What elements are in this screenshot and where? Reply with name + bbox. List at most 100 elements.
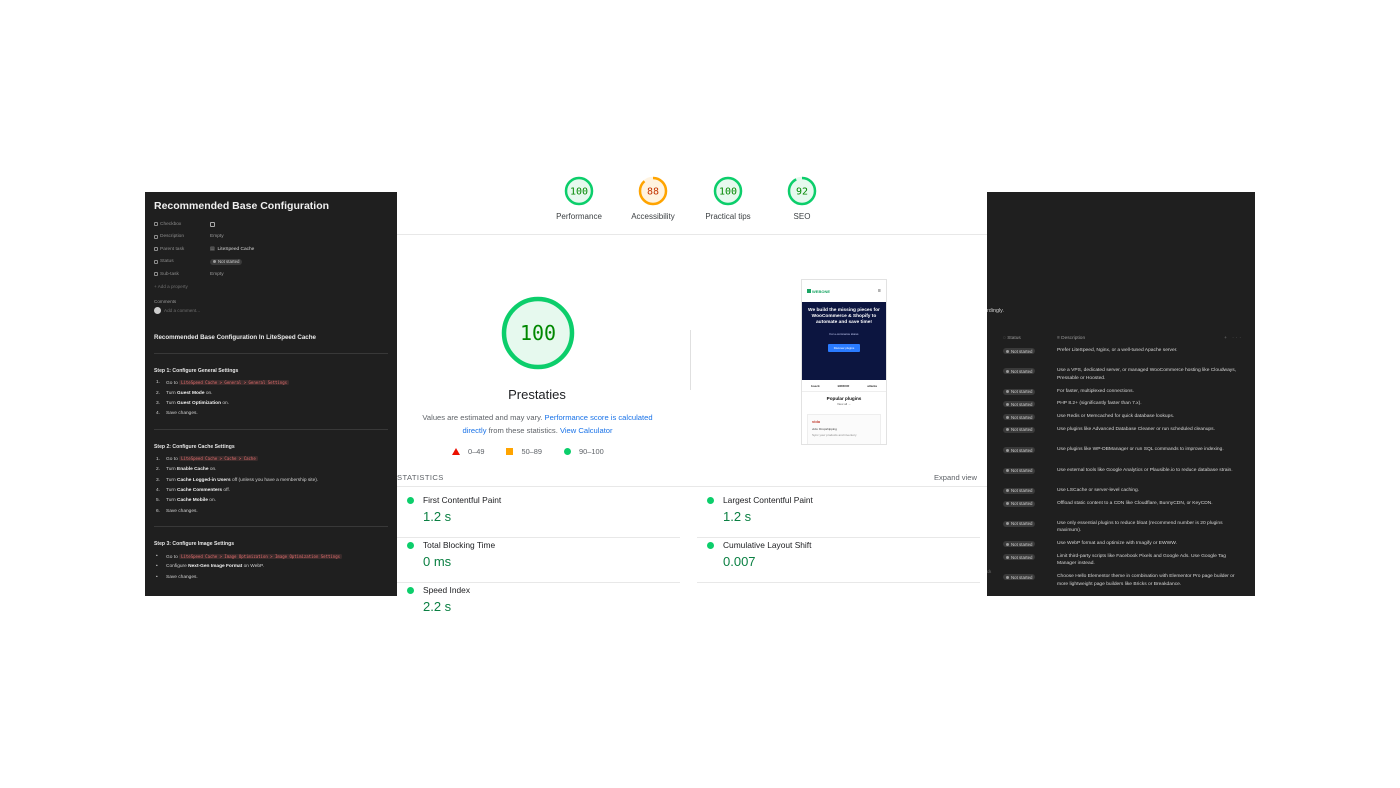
page-screenshot-thumbnail[interactable]: WEBONE ☰ We build the missing pieces for… [801,279,887,445]
list-item-text: Save changes. [166,411,198,416]
property-row[interactable]: Checkbox [154,218,388,231]
status-badge[interactable]: Not started [1003,368,1036,375]
status-column-header[interactable]: ◌ Status [1003,336,1057,341]
gauge-accessibility[interactable]: 88 Accessibility [613,175,693,221]
table-row[interactable]: Not started Limit third-party scripts lik… [1003,553,1247,573]
comment-input[interactable]: Add a comment... [154,306,388,314]
status-badge[interactable]: Not started [1003,348,1036,354]
description-cell[interactable]: Use a VPS, dedicated server, or managed … [1057,367,1237,382]
description-cell[interactable]: Limit third-party scripts like Facebook … [1057,553,1237,568]
status-cell[interactable]: Not started [1003,446,1057,454]
list-item-text: Turn Cache Mobile on. [166,498,216,503]
property-row[interactable]: Sub-task Empty [154,268,388,281]
status-cell[interactable]: Not started [1003,573,1057,581]
relation-value[interactable]: LiteSpeed Cache [218,247,255,252]
step-heading: Step 1: Configure General Settings [154,367,239,374]
gauge-ring: 88 [638,176,668,206]
status-cell[interactable]: Not started [1003,487,1057,495]
preview-logo: WEBONE [807,289,830,294]
table-row[interactable]: Not started Use Redis or Memcached for qu… [1003,413,1247,426]
description-cell[interactable]: Use external tools like Google Analytics… [1057,467,1237,474]
status-cell[interactable]: Not started [1003,388,1057,396]
table-row[interactable]: Not started Use LSCache or server-level c… [1003,487,1247,500]
status-badge[interactable]: Not started [210,258,243,265]
table-row[interactable]: Not started Prefer LiteSpeed, Nginx, or a… [1003,347,1247,367]
description-cell[interactable]: Use WebP format and optimize with Imagif… [1057,540,1237,547]
gauge-performance[interactable]: 100 Performance [539,175,619,221]
description-cell[interactable]: Use plugins like WP-DBManager or run SQL… [1057,446,1237,453]
property-value[interactable]: Empty [210,272,224,277]
status-badge[interactable]: Not started [1003,574,1036,581]
status-cell[interactable]: Not started [1003,347,1057,355]
status-badge[interactable]: Not started [1003,388,1036,395]
pass-circle-icon [707,496,714,504]
header-label: Status [1007,336,1021,341]
status-cell[interactable]: Not started [1003,426,1057,434]
score-gauges: 100 Performance 88 Accessibility 100 Practica… [397,165,987,235]
status-dot-icon [1006,489,1009,493]
description-cell[interactable]: Use LSCache or server-level caching. [1057,487,1237,494]
page-heading: Recommended Base Configuration In LiteSp… [154,333,316,341]
table-row[interactable]: Not started Use external tools like Googl… [1003,467,1247,487]
cut-off-text: rdingly. [987,308,1004,314]
status-badge[interactable]: Not started [1003,414,1036,421]
status-badge[interactable]: Not started [1003,520,1036,527]
table-row[interactable]: Not started Use WebP format and optimize … [1003,540,1247,553]
status-badge[interactable]: Not started [1003,401,1036,408]
list-marker: • [156,554,158,560]
metric-cumulative-layout-shift: Cumulative Layout Shift 0.007 [697,540,980,583]
property-row[interactable]: Description Empty [154,231,388,244]
table-row[interactable]: Not started Use plugins like WP-DBManager… [1003,446,1247,466]
circle-icon [564,448,572,455]
status-cell[interactable]: Not started [1003,367,1057,375]
view-calculator-link[interactable]: View Calculator [560,426,613,435]
table-row[interactable]: Not started For faster, multiplexed conne… [1003,388,1247,401]
description-column-header[interactable]: ≡ Description [1057,336,1085,341]
status-badge[interactable]: Not started [1003,554,1036,561]
status-text: Not started [1011,554,1033,560]
status-cell[interactable]: Not started [1003,520,1057,528]
description-cell[interactable]: For faster, multiplexed connections. [1057,388,1237,395]
property-value[interactable]: Empty [210,234,224,239]
description-cell[interactable]: Prefer LiteSpeed, Nginx, or a well-tuned… [1057,347,1237,354]
avatar [154,306,161,314]
gauge-seo[interactable]: 92 SEO [762,175,842,221]
table-row[interactable]: Not started Choose Hello Elementor theme … [1003,573,1247,596]
status-cell[interactable]: Not started [1003,553,1057,561]
desc-text-2: from these statistics. [486,426,560,435]
add-property-button[interactable]: + Add a property [154,281,388,293]
add-column-button[interactable]: + ··· [1224,336,1243,341]
status-badge[interactable]: Not started [1003,541,1036,548]
status-badge[interactable]: Not started [1003,426,1036,433]
gauge-practical-tips[interactable]: 100 Practical tips [688,175,768,221]
table-row[interactable]: Not started Use a VPS, dedicated server, … [1003,367,1247,387]
description-cell[interactable]: Choose Hello Elementor theme in combinat… [1057,573,1237,588]
table-row[interactable]: Not started Offload static content to a C… [1003,500,1247,520]
description-cell[interactable]: Use plugins like Advanced Database Clean… [1057,426,1237,433]
text: Turn [166,390,178,396]
description-cell[interactable]: PHP 8.2+ (significantly faster than 7.x)… [1057,400,1237,407]
description-cell[interactable]: Use only essential plugins to reduce blo… [1057,520,1237,535]
status-badge[interactable]: Not started [1003,487,1036,494]
expand-view-button[interactable]: Expand view [934,473,977,482]
table-row[interactable]: Not started Use only essential plugins to… [1003,520,1247,540]
status-cell[interactable]: Not started [1003,500,1057,508]
task-title[interactable]: Recommended Base Configuration [154,200,388,212]
description-cell[interactable]: Use Redis or Memcached for quick databas… [1057,413,1237,420]
table-row[interactable]: Not started Use plugins like Advanced Dat… [1003,426,1247,446]
preview-popular: Popular plugins View all → [802,392,886,406]
status-badge[interactable]: Not started [1003,500,1036,507]
status-cell[interactable]: Not started [1003,413,1057,421]
status-cell[interactable]: Not started [1003,540,1057,548]
description-cell[interactable]: Offload static content to a CDN like Clo… [1057,500,1237,507]
checkbox[interactable] [210,221,215,227]
property-row[interactable]: Parent task ▤ LiteSpeed Cache [154,243,388,256]
status-badge[interactable]: Not started [1003,467,1036,474]
text: Turn [166,467,178,473]
status-cell[interactable]: Not started [1003,467,1057,475]
property-row[interactable]: Status Not started [154,256,388,269]
status-cell[interactable]: Not started [1003,400,1057,408]
table-row[interactable]: Not started PHP 8.2+ (significantly faste… [1003,400,1247,413]
metric-name: Largest Contentful Paint [723,495,813,505]
status-badge[interactable]: Not started [1003,447,1036,454]
